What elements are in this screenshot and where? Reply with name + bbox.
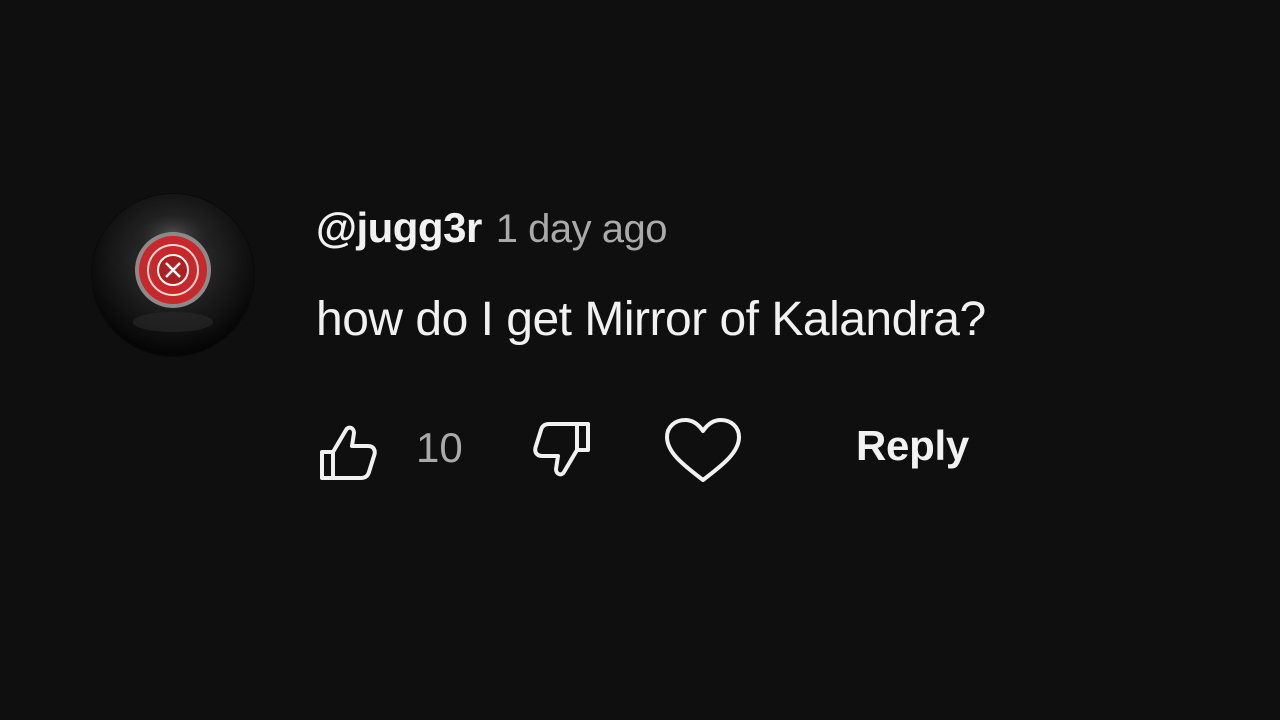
author-name[interactable]: @jugg3r	[316, 204, 482, 251]
thumbs-down-icon[interactable]	[530, 416, 594, 486]
avatar[interactable]	[92, 194, 254, 356]
heart-icon[interactable]	[662, 416, 744, 486]
comment-action-bar: 10 Reply	[316, 416, 1216, 486]
thumbs-up-icon[interactable]	[316, 416, 380, 486]
comment-timestamp[interactable]: 1 day ago	[496, 207, 668, 251]
like-count: 10	[416, 424, 463, 471]
reply-button[interactable]: Reply	[856, 422, 969, 470]
avatar-badge-icon	[125, 216, 221, 332]
comment-text: how do I get Mirror of Kalandra?	[316, 293, 986, 346]
comment-thread-item: @jugg3r 1 day ago how do I get Mirror of …	[92, 194, 1212, 504]
comment-header: @jugg3r 1 day ago	[316, 204, 668, 252]
